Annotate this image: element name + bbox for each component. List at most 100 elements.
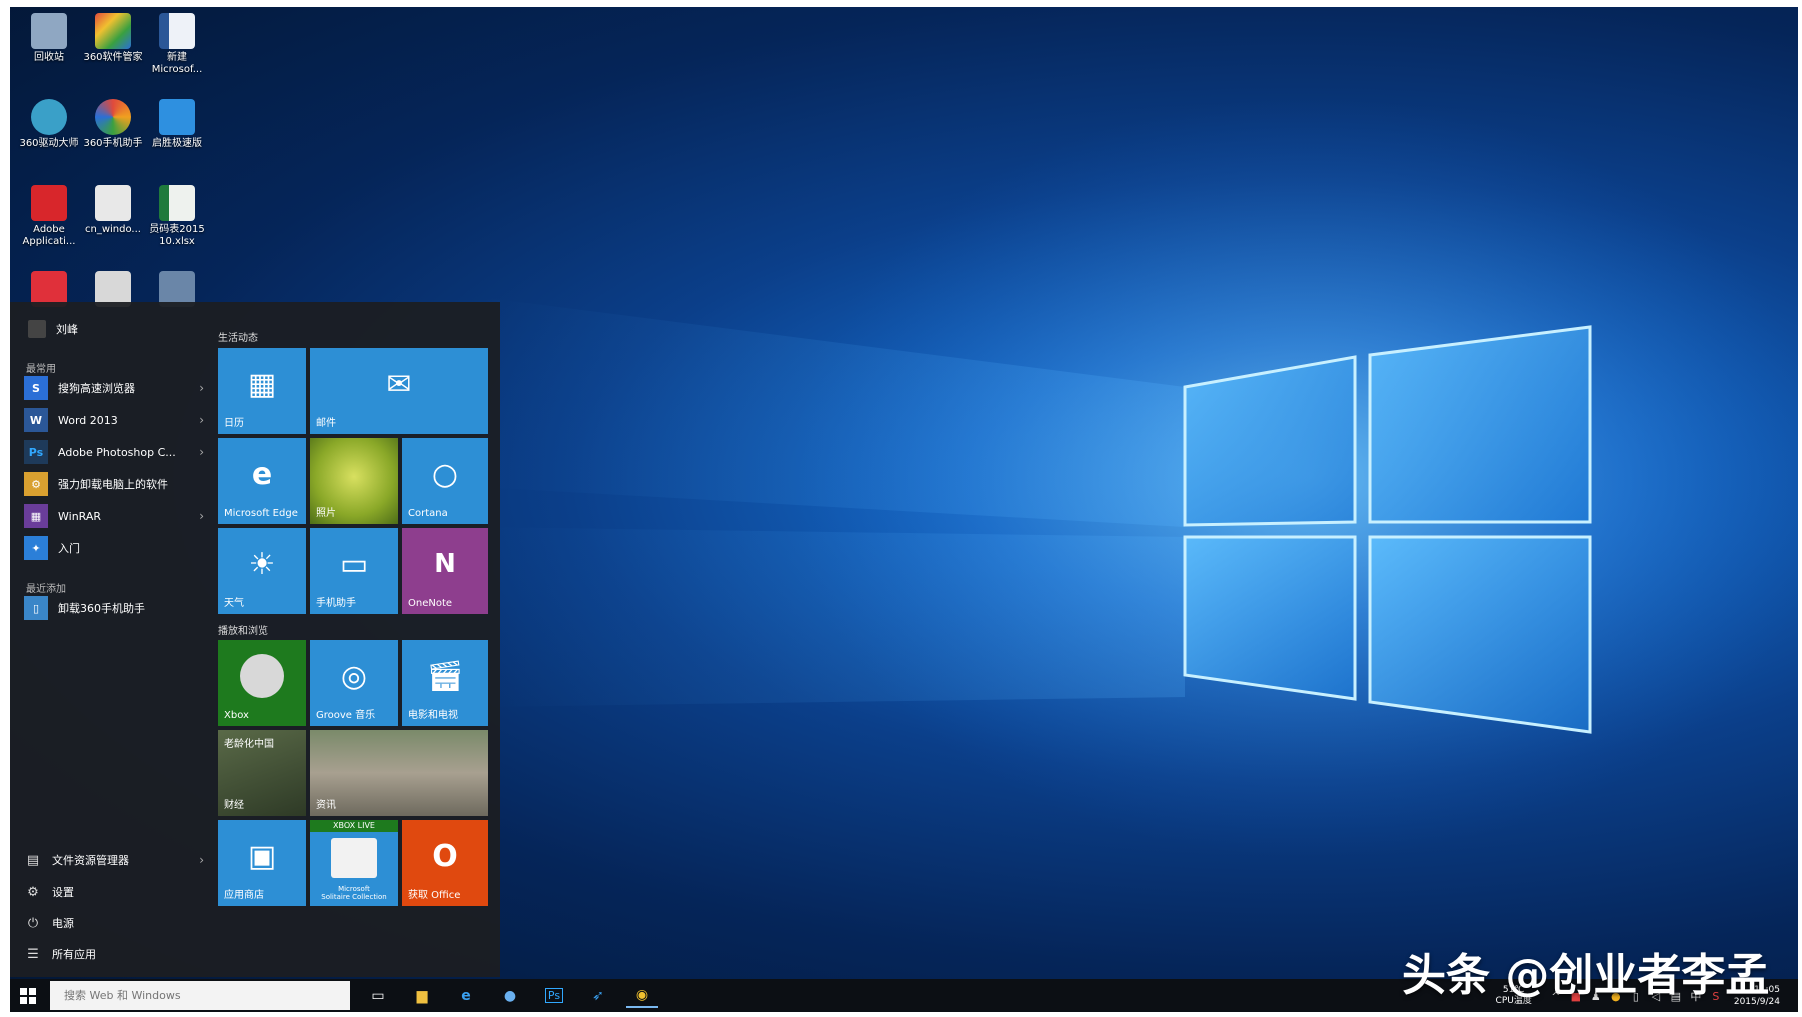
- tile-solitaire[interactable]: XBOX LIVE Microsoft Solitaire Collection: [310, 820, 398, 906]
- tile-office[interactable]: O 获取 Office: [402, 820, 488, 906]
- group-play-heading: 播放和浏览: [218, 626, 268, 637]
- lightbulb-icon: ✦: [24, 536, 48, 560]
- photoshop-icon: Ps: [544, 988, 564, 1003]
- desktop-screen: 回收站 360软件管家 新建 Microsof... 360驱动大师 360手机…: [10, 7, 1798, 1012]
- phone-helper-app-icon: ▯: [24, 596, 48, 620]
- tile-groove[interactable]: ◎ Groove 音乐: [310, 640, 398, 726]
- sogou-icon: ●: [503, 987, 517, 1004]
- devices-icon: ▭: [339, 546, 369, 582]
- taskbar-edge[interactable]: e: [450, 983, 482, 1008]
- user-avatar-icon: [28, 320, 46, 338]
- winrar-icon: ▦: [24, 504, 48, 528]
- bird-icon: ➶: [592, 987, 604, 1004]
- taskbar-bird-app[interactable]: ➶: [582, 983, 614, 1008]
- power-icon: ⏻: [27, 915, 39, 931]
- task-view-icon: ▭: [371, 987, 385, 1004]
- app-phone-helper[interactable]: ▯ 卸载360手机助手: [24, 594, 204, 622]
- app-winrar[interactable]: ▦ WinRAR ›: [24, 502, 204, 530]
- power-item[interactable]: ⏻ 电源: [24, 910, 204, 936]
- windows-logo-icon: [20, 987, 36, 1004]
- desktop-icon-software-manager[interactable]: 360软件管家: [82, 11, 144, 64]
- chevron-right-icon[interactable]: ›: [199, 853, 204, 867]
- disc-icon: ◎: [340, 658, 368, 694]
- edge-icon: e: [251, 456, 273, 492]
- edge-icon: e: [461, 987, 471, 1004]
- recycle-bin-icon: [31, 13, 67, 49]
- watermark-text: 头条 @创业者李孟: [1402, 950, 1770, 1001]
- sun-icon: ☀: [248, 546, 276, 582]
- tile-phone[interactable]: ▭ 手机助手: [310, 528, 398, 614]
- chevron-right-icon[interactable]: ›: [199, 445, 204, 459]
- cn-windows-file-icon: [95, 185, 131, 221]
- chrome-icon: ◉: [635, 986, 649, 1003]
- chevron-right-icon[interactable]: ›: [199, 381, 204, 395]
- tile-news[interactable]: 资讯: [310, 730, 488, 816]
- recent-heading: 最近添加: [26, 584, 66, 595]
- tile-weather[interactable]: ☀ 天气: [218, 528, 306, 614]
- tile-calendar[interactable]: ▦ 日历: [218, 348, 306, 434]
- start-button[interactable]: [10, 979, 46, 1012]
- taskbar-chrome[interactable]: ◉: [626, 983, 658, 1008]
- word-doc-icon: [159, 13, 195, 49]
- app-adobe-photoshop[interactable]: Ps Adobe Photoshop C... ›: [24, 438, 204, 466]
- tile-finance[interactable]: 老龄化中国 财经: [218, 730, 306, 816]
- settings-item[interactable]: ⚙ 设置: [24, 879, 204, 905]
- desktop-icon-cn-windows[interactable]: cn_windo...: [82, 183, 144, 236]
- clapperboard-icon: 🎬︎: [425, 658, 465, 694]
- excel-file-icon: [159, 185, 195, 221]
- software-manager-icon: [95, 13, 131, 49]
- task-view-button[interactable]: ▭: [362, 983, 394, 1008]
- xbox-live-banner: XBOX LIVE: [310, 820, 398, 832]
- app-sogou-browser[interactable]: S 搜狗高速浏览器 ›: [24, 374, 204, 402]
- tile-edge[interactable]: e Microsoft Edge: [218, 438, 306, 524]
- folder-icon: ▤: [26, 852, 40, 868]
- search-input[interactable]: [50, 981, 350, 1010]
- most-used-heading: 最常用: [26, 364, 56, 375]
- tile-movies[interactable]: 🎬︎ 电影和电视: [402, 640, 488, 726]
- app-pc-helper[interactable]: ⚙ 强力卸载电脑上的软件: [24, 470, 204, 498]
- folder-icon: ▆: [416, 987, 428, 1004]
- desktop-icon-excel[interactable]: 员码表2015 10.xlsx: [146, 183, 208, 248]
- pc-helper-icon: ⚙: [24, 472, 48, 496]
- qifeng-bird-icon: [159, 99, 195, 135]
- app-intro[interactable]: ✦ 入门: [24, 534, 204, 562]
- tile-store[interactable]: ▣ 应用商店: [218, 820, 306, 906]
- taskbar-photoshop[interactable]: Ps: [538, 983, 570, 1008]
- desktop-icon-qifeng[interactable]: 启胜极速版: [146, 97, 208, 150]
- chevron-right-icon[interactable]: ›: [199, 509, 204, 523]
- desktop-icon-phone-helper[interactable]: 360手机助手: [82, 97, 144, 150]
- mail-icon: ✉: [386, 366, 412, 402]
- gear-icon: ⚙: [27, 884, 39, 900]
- tile-photos[interactable]: 照片: [310, 438, 398, 524]
- phone-helper-icon: [95, 99, 131, 135]
- word-icon: W: [24, 408, 48, 432]
- sogou-browser-icon: S: [24, 376, 48, 400]
- desktop-icon-word-doc[interactable]: 新建 Microsof...: [146, 11, 208, 76]
- store-bag-icon: ▣: [247, 838, 277, 874]
- group-life-heading: 生活动态: [218, 333, 258, 344]
- all-apps-item[interactable]: ☰ 所有应用: [24, 941, 204, 967]
- user-name: 刘峰: [56, 323, 78, 336]
- taskbar-sogou[interactable]: ●: [494, 983, 526, 1008]
- chevron-right-icon[interactable]: ›: [199, 413, 204, 427]
- file-explorer-item[interactable]: ▤ 文件资源管理器 ›: [24, 847, 204, 873]
- taskbar-file-explorer[interactable]: ▆: [406, 983, 438, 1008]
- tile-onenote[interactable]: N OneNote: [402, 528, 488, 614]
- list-icon: ☰: [27, 946, 39, 962]
- tile-xbox[interactable]: Xbox: [218, 640, 306, 726]
- calendar-icon: ▦: [247, 366, 277, 402]
- xbox-avatar-icon: [218, 640, 306, 712]
- cards-icon: [310, 832, 398, 884]
- desktop-icon-adobe[interactable]: Adobe Applicati...: [18, 183, 80, 248]
- desktop-icon-recycle-bin[interactable]: 回收站: [18, 11, 80, 64]
- tile-cortana[interactable]: ○ Cortana: [402, 438, 488, 524]
- user-account[interactable]: 刘峰: [28, 320, 78, 338]
- photoshop-icon: Ps: [24, 440, 48, 464]
- desktop-icon-driver-master[interactable]: 360驱动大师: [18, 97, 80, 150]
- tile-mail[interactable]: ✉ 邮件: [310, 348, 488, 434]
- start-menu: 刘峰 最常用 S 搜狗高速浏览器 › W Word 2013 › Ps Adob…: [10, 302, 500, 977]
- app-word-2013[interactable]: W Word 2013 ›: [24, 406, 204, 434]
- adobe-icon: [31, 185, 67, 221]
- office-icon: O: [432, 838, 458, 874]
- driver-master-icon: [31, 99, 67, 135]
